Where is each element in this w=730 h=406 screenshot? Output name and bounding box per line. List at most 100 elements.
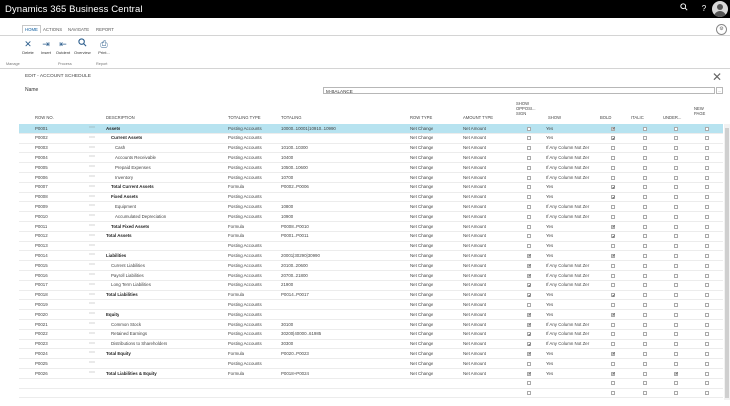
totaling-type-cell[interactable]: Posting Accounts [228, 263, 262, 268]
row-no-cell[interactable]: P0001 [35, 126, 48, 131]
underline-checkbox[interactable] [674, 312, 678, 317]
row-type-cell[interactable]: Net Change [410, 243, 433, 248]
new-page-checkbox[interactable] [705, 351, 709, 356]
italic-checkbox[interactable] [643, 263, 647, 268]
totaling-type-cell[interactable]: Formula [228, 292, 244, 297]
description-cell[interactable]: Fixed Assets [111, 194, 138, 199]
row-no-cell[interactable]: P0006 [35, 175, 48, 180]
totaling-cell[interactable]: 10500..10600 [281, 165, 308, 170]
amount-type-cell[interactable]: Net Amount [463, 361, 486, 366]
italic-checkbox[interactable] [643, 332, 647, 337]
table-row[interactable]: P0016 ⋯ Payroll Liabilities Posting Account… [19, 271, 723, 281]
totaling-type-cell[interactable]: Posting Accounts [228, 204, 262, 209]
new-page-checkbox[interactable] [705, 381, 709, 386]
col-amount-type[interactable]: AMOUNT TYPE [463, 115, 493, 120]
bold-checkbox[interactable] [611, 146, 615, 151]
italic-checkbox[interactable] [643, 312, 647, 317]
name-field[interactable]: M-BALANCE [323, 87, 715, 94]
row-type-cell[interactable]: Net Change [410, 184, 433, 189]
amount-type-cell[interactable]: Net Amount [463, 273, 486, 278]
bold-checkbox[interactable] [611, 195, 615, 200]
italic-checkbox[interactable] [643, 322, 647, 327]
row-type-cell[interactable]: Net Change [410, 204, 433, 209]
new-page-checkbox[interactable] [705, 332, 709, 337]
description-cell[interactable]: Total Current Assets [111, 184, 154, 189]
amount-type-cell[interactable]: Net Amount [463, 243, 486, 248]
amount-type-cell[interactable]: Net Amount [463, 204, 486, 209]
description-cell[interactable]: Total Equity [106, 351, 131, 356]
row-no-cell[interactable]: P0016 [35, 273, 48, 278]
description-cell[interactable]: Inventory [115, 175, 133, 180]
description-cell[interactable]: Payroll Liabilities [111, 273, 144, 278]
totaling-type-cell[interactable]: Posting Accounts [228, 273, 262, 278]
table-row[interactable]: P0008 ⋯ Fixed Assets Posting Accounts Net Ch… [19, 193, 723, 203]
row-type-cell[interactable]: Net Change [410, 145, 433, 150]
description-cell[interactable]: Total Liabilities [106, 292, 138, 297]
description-cell[interactable]: Long Term Liabilities [111, 282, 151, 287]
italic-checkbox[interactable] [643, 185, 647, 190]
row-menu-icon[interactable]: ⋯ [89, 144, 96, 151]
row-menu-icon[interactable]: ⋯ [89, 124, 96, 131]
italic-checkbox[interactable] [643, 204, 647, 209]
underline-checkbox[interactable] [674, 283, 678, 288]
show-opposite-sign-checkbox[interactable] [527, 136, 531, 141]
scrollbar-thumb[interactable] [725, 128, 729, 398]
col-totaling[interactable]: TOTALING [281, 115, 302, 120]
row-menu-icon[interactable]: ⋯ [89, 369, 96, 376]
table-row[interactable]: P0001 ⋯ Assets Posting Accounts 10000..10001… [19, 124, 723, 134]
table-row[interactable]: P0017 ⋯ Long Term Liabilities Posting Accou… [19, 281, 723, 291]
show-cell[interactable]: If Any Column Not Zer [546, 282, 596, 287]
row-menu-icon[interactable]: ⋯ [89, 291, 96, 298]
description-cell[interactable]: Current Liabilities [111, 263, 145, 268]
table-row[interactable] [19, 389, 723, 399]
bold-checkbox[interactable] [611, 214, 615, 219]
totaling-cell[interactable]: 10100..10300 [281, 145, 308, 150]
totaling-type-cell[interactable]: Posting Accounts [228, 312, 262, 317]
totaling-type-cell[interactable]: Posting Accounts [228, 214, 262, 219]
row-no-cell[interactable]: P0013 [35, 243, 48, 248]
row-no-cell[interactable]: P0024 [35, 351, 48, 356]
bold-checkbox[interactable] [611, 312, 615, 317]
show-opposite-sign-checkbox[interactable] [527, 322, 531, 327]
vertical-scrollbar[interactable] [724, 124, 730, 400]
italic-checkbox[interactable] [643, 155, 647, 160]
new-page-checkbox[interactable] [705, 214, 709, 219]
new-page-checkbox[interactable] [705, 342, 709, 347]
row-menu-icon[interactable]: ⋯ [89, 320, 96, 327]
bold-checkbox[interactable] [611, 332, 615, 337]
totaling-cell[interactable]: 10400 [281, 155, 293, 160]
show-cell[interactable]: If Any Column Not Zer [546, 214, 596, 219]
underline-checkbox[interactable] [674, 195, 678, 200]
row-type-cell[interactable]: Net Change [410, 331, 433, 336]
table-row[interactable]: P0004 ⋯ Accounts Receivable Posting Account… [19, 153, 723, 164]
italic-checkbox[interactable] [643, 293, 647, 298]
tab-actions[interactable]: ACTIONS [43, 27, 62, 32]
print-button[interactable]: ⎙ Print... [96, 38, 112, 58]
row-type-cell[interactable]: Net Change [410, 312, 433, 317]
row-type-cell[interactable]: Net Change [410, 135, 433, 140]
new-page-checkbox[interactable] [705, 391, 709, 396]
underline-checkbox[interactable] [674, 342, 678, 347]
new-page-checkbox[interactable] [705, 293, 709, 298]
table-row[interactable]: P0011 ⋯ Total Fixed Assets Formula P0008..P0… [19, 222, 723, 232]
underline-checkbox[interactable] [674, 146, 678, 151]
row-type-cell[interactable]: Net Change [410, 302, 433, 307]
row-menu-icon[interactable]: ⋯ [89, 330, 96, 337]
description-cell[interactable]: Total Liabilities & Equity [106, 371, 157, 376]
row-menu-icon[interactable]: ⋯ [89, 153, 96, 160]
new-page-checkbox[interactable] [705, 126, 709, 131]
table-row[interactable]: P0005 ⋯ Prepaid Expenses Posting Accounts 10… [19, 163, 723, 173]
totaling-type-cell[interactable]: Posting Accounts [228, 126, 262, 131]
show-cell[interactable]: If Any Column Not Zer [546, 341, 596, 346]
amount-type-cell[interactable]: Net Amount [463, 341, 486, 346]
row-menu-icon[interactable]: ⋯ [89, 340, 96, 347]
table-row[interactable]: P0023 ⋯ Distributions to Shareholders Posti… [19, 340, 723, 350]
row-no-cell[interactable]: P0014 [35, 253, 48, 258]
col-totaling-type[interactable]: TOTALING TYPE [228, 115, 261, 120]
totaling-type-cell[interactable]: Posting Accounts [228, 341, 262, 346]
amount-type-cell[interactable]: Net Amount [463, 233, 486, 238]
new-page-checkbox[interactable] [705, 322, 709, 327]
row-menu-icon[interactable]: ⋯ [89, 242, 96, 249]
table-row[interactable]: P0021 ⋯ Common Stock Posting Accounts 30100 N… [19, 320, 723, 330]
show-cell[interactable]: Yes [546, 194, 596, 199]
